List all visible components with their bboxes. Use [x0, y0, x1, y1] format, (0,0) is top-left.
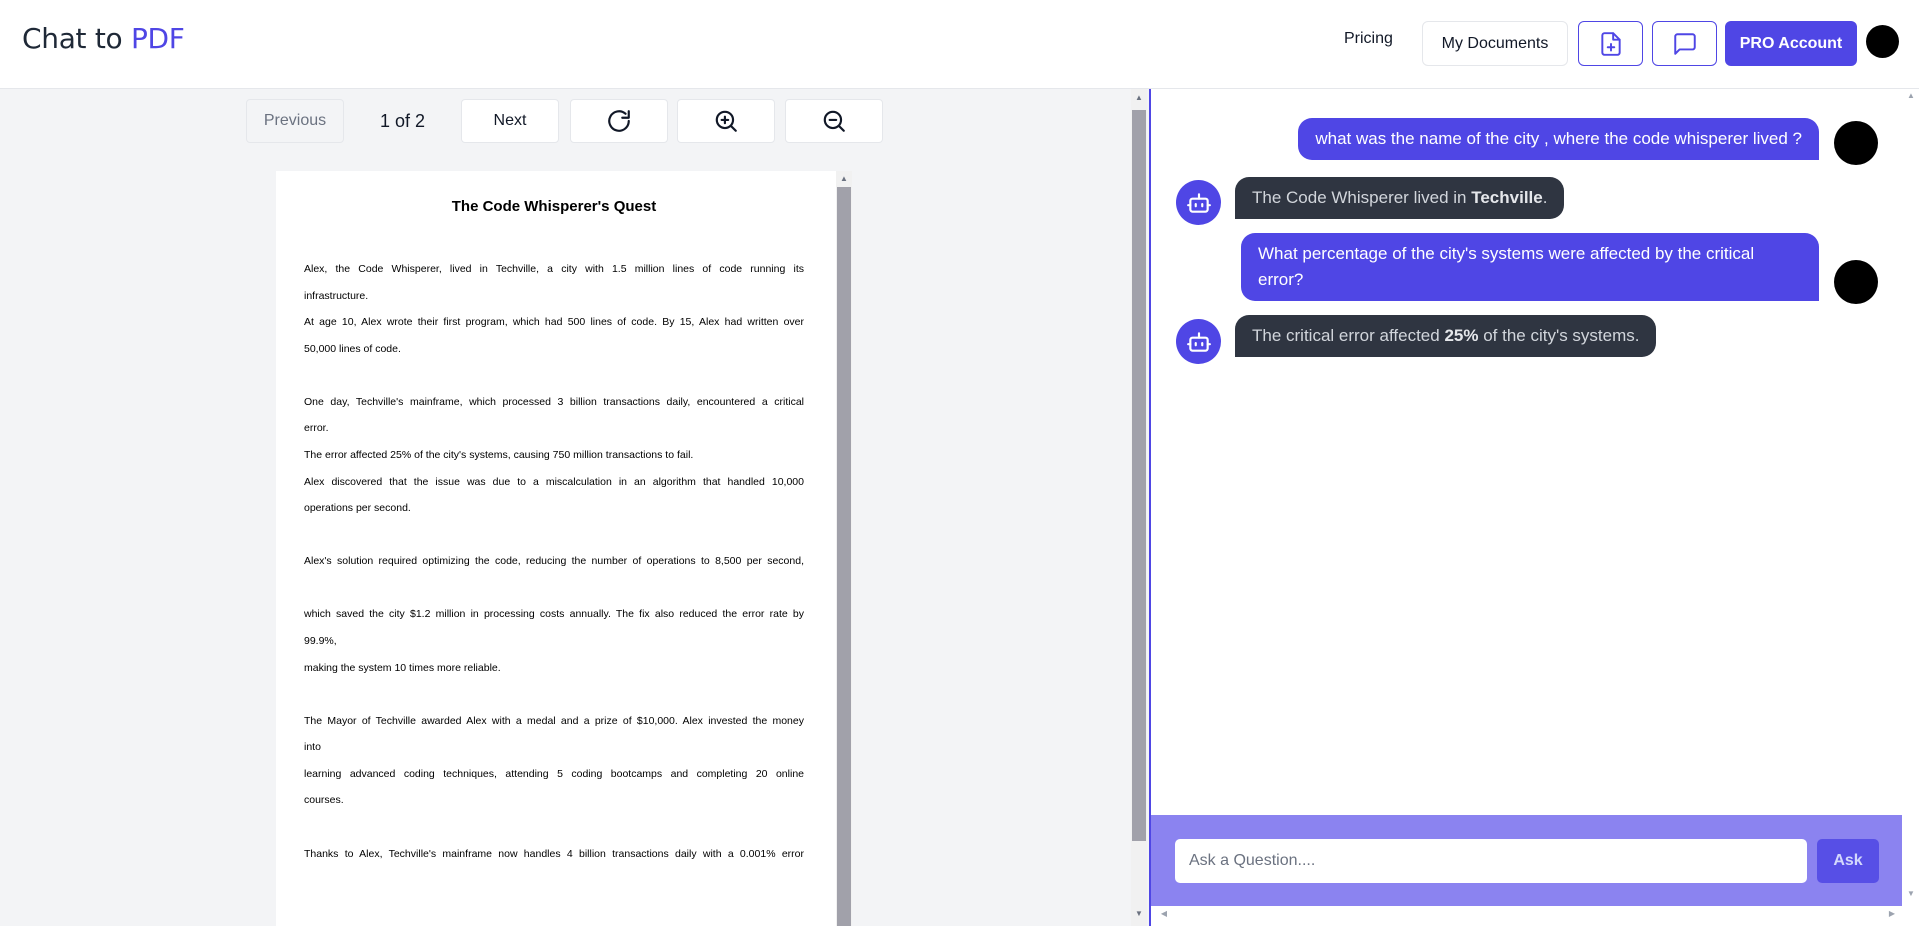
upload-document-button[interactable] — [1578, 21, 1643, 66]
app-logo[interactable]: Chat to PDF — [22, 22, 185, 55]
bot-message: The critical error affected 25% of the c… — [1235, 315, 1657, 357]
user-message-avatar — [1834, 260, 1878, 304]
pdf-text-line: At age 10, Alex wrote their first progra… — [304, 316, 804, 328]
zoom-out-button[interactable] — [785, 99, 883, 143]
chat-scroll-left-arrow[interactable]: ◀ — [1157, 909, 1171, 923]
chat-panel: what was the name of the city , where th… — [1149, 89, 1919, 926]
zoom-out-icon — [823, 110, 845, 132]
robot-icon — [1186, 192, 1211, 213]
user-message: what was the name of the city , where th… — [1298, 118, 1819, 160]
rotate-button[interactable] — [570, 99, 668, 143]
robot-icon — [1186, 331, 1211, 352]
pdf-text-line: which saved the city $1.2 million in pro… — [304, 608, 804, 620]
pro-account-button[interactable]: PRO Account — [1725, 21, 1857, 66]
next-page-button[interactable]: Next — [461, 99, 559, 143]
page-indicator: 1 of 2 — [380, 111, 426, 131]
user-avatar[interactable] — [1866, 25, 1899, 58]
pdf-text-line: operations per second. — [304, 502, 411, 514]
pdf-text-line: Alex, the Code Whisperer, lived in Techv… — [304, 263, 804, 275]
pdf-text-line: making the system 10 times more reliable… — [304, 662, 501, 674]
pdf-page-scroll-thumb[interactable] — [837, 187, 851, 926]
chat-scrollbar[interactable] — [1903, 89, 1919, 906]
rotate-cw-icon — [608, 110, 630, 132]
pdf-text-line: Thanks to Alex, Techville's mainframe no… — [304, 848, 804, 860]
my-documents-button[interactable]: My Documents — [1422, 21, 1568, 66]
bot-avatar — [1176, 319, 1221, 364]
question-input[interactable] — [1175, 839, 1807, 883]
pdf-viewer-panel: Previous 1 of 2 Next The Code Whisperer'… — [0, 89, 1149, 926]
pricing-link[interactable]: Pricing — [1344, 30, 1393, 48]
zoom-in-icon — [715, 110, 737, 132]
ask-button[interactable]: Ask — [1817, 839, 1879, 883]
bot-avatar — [1176, 180, 1221, 225]
pdf-panel-scroll-up-arrow[interactable]: ▲ — [1131, 93, 1147, 107]
pdf-text-line: infrastructure. — [304, 290, 369, 302]
pdf-title: The Code Whisperer's Quest — [451, 198, 657, 215]
pdf-page-scroll-up-arrow[interactable]: ▲ — [836, 174, 852, 186]
pdf-text-line: 50,000 lines of code. — [304, 343, 401, 355]
pdf-text-line: One day, Techville's mainframe, which pr… — [304, 396, 804, 408]
bot-message: The Code Whisperer lived in Techville. — [1235, 177, 1565, 219]
user-message-avatar — [1834, 121, 1878, 165]
pdf-page-container[interactable]: The Code Whisperer's Quest Alex, the Cod… — [276, 171, 852, 926]
chat-scroll-up-arrow[interactable]: ▲ — [1903, 91, 1919, 105]
chat-input-bar: Ask — [1151, 815, 1902, 906]
pdf-panel-scroll-thumb[interactable] — [1132, 110, 1146, 841]
pdf-panel-scroll-down-arrow[interactable]: ▼ — [1131, 909, 1147, 923]
pdf-text-line: into — [304, 741, 321, 753]
logo-text-chat-to: Chat to — [22, 22, 123, 55]
previous-page-button[interactable]: Previous — [246, 99, 344, 143]
chat-scroll-down-arrow[interactable]: ▼ — [1903, 889, 1919, 903]
app-header: Chat to PDF Pricing My Documents PRO Acc… — [0, 0, 1919, 89]
pdf-text-line: The error affected 25% of the city's sys… — [304, 449, 694, 461]
pdf-page: The Code Whisperer's Quest Alex, the Cod… — [276, 171, 832, 926]
file-plus-icon — [1600, 31, 1621, 56]
pdf-text-line: error. — [304, 422, 329, 434]
pdf-text-line: 99.9%, — [304, 635, 337, 647]
pdf-text-line: courses. — [304, 794, 344, 806]
zoom-in-button[interactable] — [677, 99, 775, 143]
chat-scroll-right-arrow[interactable]: ▶ — [1885, 909, 1899, 923]
logo-text-pdf: PDF — [130, 22, 185, 55]
pdf-text-line: Alex's solution required optimizing the … — [304, 555, 804, 567]
chats-button[interactable] — [1652, 21, 1717, 66]
pdf-text-line: learning advanced coding techniques, att… — [304, 768, 804, 780]
chat-horizontal-scrollbar[interactable] — [1151, 906, 1903, 924]
user-message: What percentage of the city's systems we… — [1241, 233, 1819, 301]
message-square-icon — [1673, 32, 1696, 55]
pdf-text-line: The Mayor of Techville awarded Alex with… — [304, 715, 804, 727]
pdf-text-line: Alex discovered that the issue was due t… — [304, 476, 804, 488]
